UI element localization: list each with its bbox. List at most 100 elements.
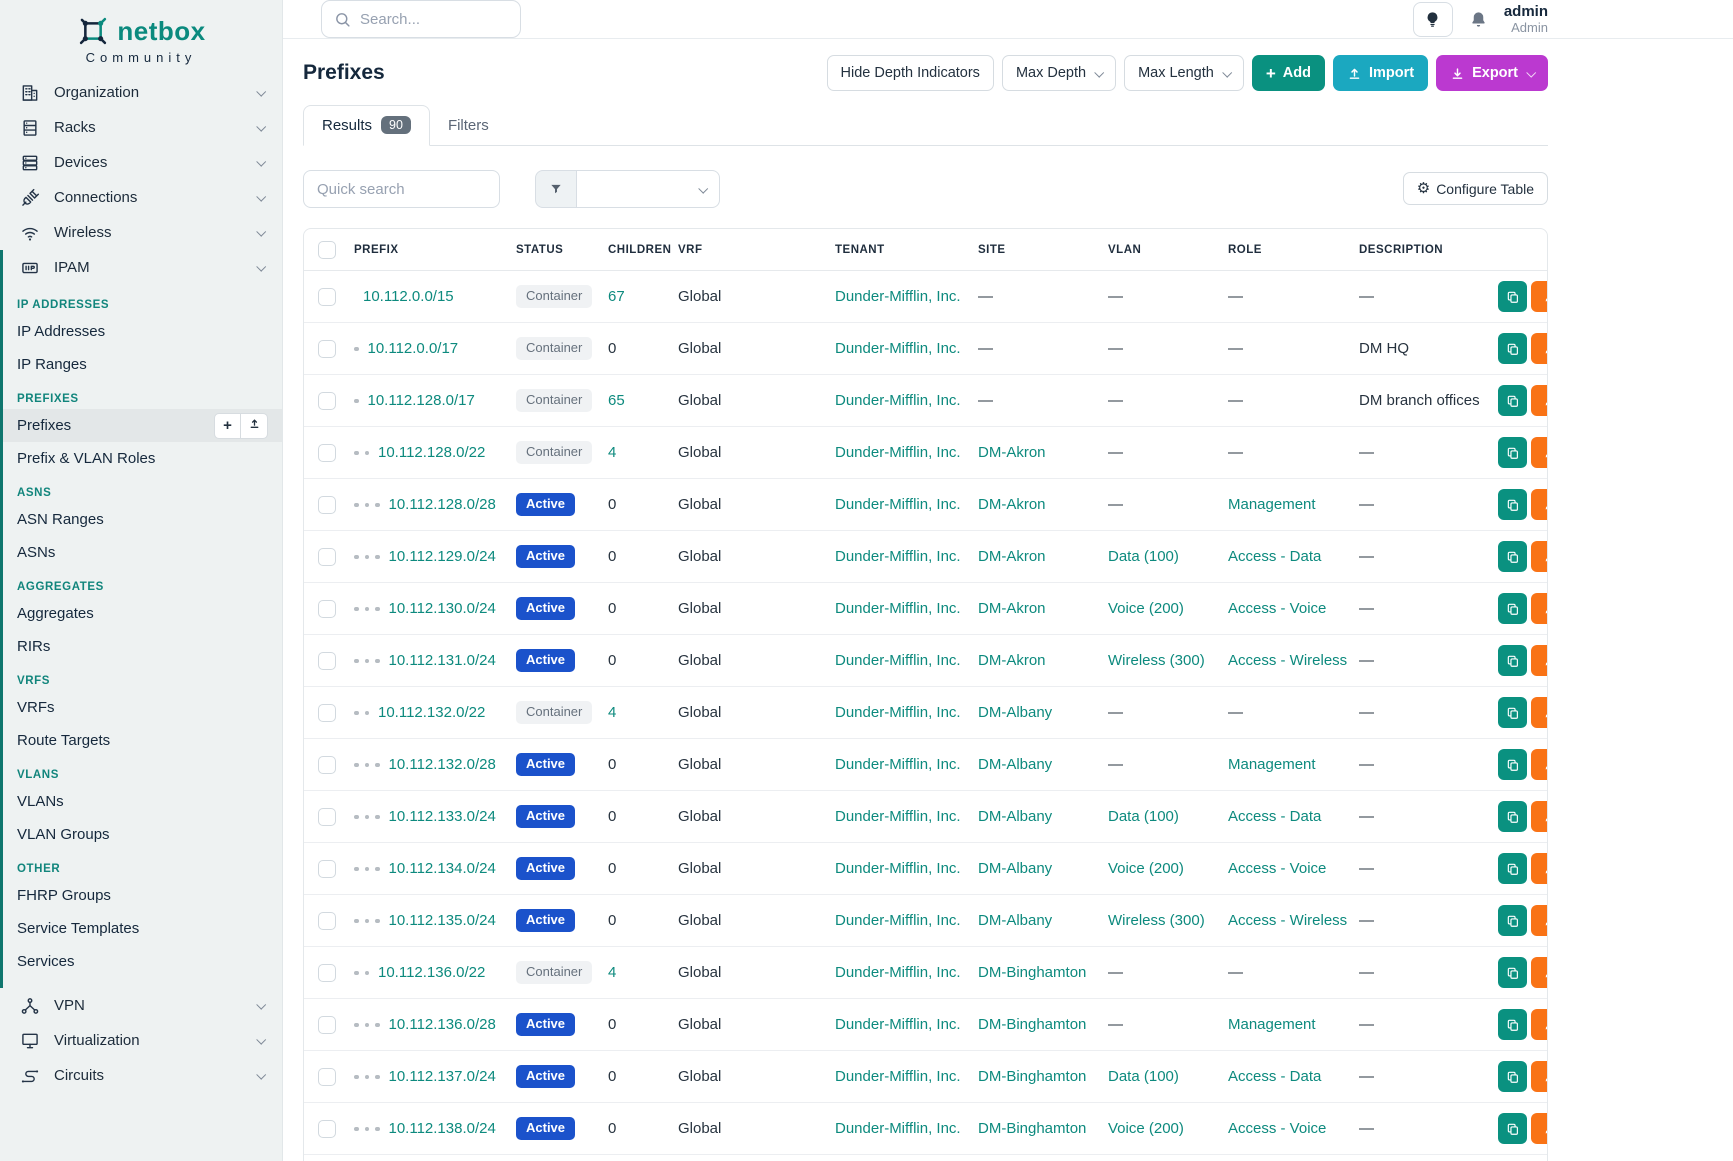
copy-button[interactable] [1498,385,1527,416]
site-link[interactable]: DM-Binghamton [978,964,1086,981]
column-header-vlan[interactable]: VLAN [1098,229,1218,271]
user-menu[interactable]: admin Admin [1504,3,1548,35]
role-link[interactable]: Management [1228,1016,1316,1033]
tab-filters[interactable]: Filters [430,105,507,146]
row-checkbox[interactable] [318,652,336,670]
tenant-link[interactable]: Dunder-Mifflin, Inc. [835,964,961,981]
tenant-link[interactable]: Dunder-Mifflin, Inc. [835,652,961,669]
sidebar-item-wireless[interactable]: Wireless [0,215,282,250]
quick-search-input[interactable] [303,170,500,208]
column-header-vrf[interactable]: VRF [668,229,825,271]
sidebar-item-asn-ranges[interactable]: ASN Ranges [3,503,282,536]
edit-button[interactable] [1531,801,1547,832]
tenant-link[interactable]: Dunder-Mifflin, Inc. [835,808,961,825]
vlan-link[interactable]: Wireless (300) [1108,652,1205,669]
sidebar-item-virtualization[interactable]: Virtualization [0,1023,282,1058]
edit-button[interactable] [1531,645,1547,676]
edit-button[interactable] [1531,489,1547,520]
tenant-link[interactable]: Dunder-Mifflin, Inc. [835,1016,961,1033]
sidebar-item-ipam[interactable]: IPAM [3,250,282,285]
add-button[interactable]: +Add [1252,55,1325,91]
row-checkbox[interactable] [318,548,336,566]
vlan-link[interactable]: Data (100) [1108,808,1179,825]
edit-button[interactable] [1531,281,1547,312]
copy-button[interactable] [1498,541,1527,572]
children-link[interactable]: 65 [608,392,625,409]
prefix-link[interactable]: 10.112.136.0/28 [389,1016,496,1033]
role-link[interactable]: Access - Wireless [1228,652,1347,669]
sidebar-item-connections[interactable]: Connections [0,180,282,215]
edit-button[interactable] [1531,1061,1547,1092]
row-checkbox[interactable] [318,808,336,826]
role-link[interactable]: Access - Wireless [1228,912,1347,929]
sidebar-item-vrfs[interactable]: VRFs [3,691,282,724]
sidebar-item-rirs[interactable]: RIRs [3,630,282,663]
copy-button[interactable] [1498,749,1527,780]
edit-button[interactable] [1531,749,1547,780]
site-link[interactable]: DM-Albany [978,912,1052,929]
edit-button[interactable] [1531,541,1547,572]
children-link[interactable]: 67 [608,288,625,305]
filter-button[interactable] [535,170,577,208]
tenant-link[interactable]: Dunder-Mifflin, Inc. [835,756,961,773]
site-link[interactable]: DM-Albany [978,808,1052,825]
row-checkbox[interactable] [318,912,336,930]
site-link[interactable]: DM-Akron [978,496,1046,513]
vlan-link[interactable]: Voice (200) [1108,860,1184,877]
tenant-link[interactable]: Dunder-Mifflin, Inc. [835,704,961,721]
sidebar-item-services[interactable]: Services [3,945,282,978]
sidebar-item-service-templates[interactable]: Service Templates [3,912,282,945]
copy-button[interactable] [1498,489,1527,520]
column-header-description[interactable]: DESCRIPTION [1349,229,1488,271]
prefix-link[interactable]: 10.112.129.0/24 [389,548,496,565]
prefix-link[interactable]: 10.112.128.0/17 [368,392,475,409]
sidebar-item-asns[interactable]: ASNs [3,536,282,569]
edit-button[interactable] [1531,905,1547,936]
row-checkbox[interactable] [318,496,336,514]
copy-button[interactable] [1498,593,1527,624]
saved-filter-select[interactable] [577,170,720,208]
prefix-link[interactable]: 10.112.0.0/17 [368,340,459,357]
tenant-link[interactable]: Dunder-Mifflin, Inc. [835,548,961,565]
column-header-prefix[interactable]: PREFIX [344,229,506,271]
edit-button[interactable] [1531,697,1547,728]
sidebar-item-aggregates[interactable]: Aggregates [3,597,282,630]
vlan-link[interactable]: Voice (200) [1108,600,1184,617]
sidebar-item-circuits[interactable]: Circuits [0,1058,282,1093]
hide-depth-indicators-button[interactable]: Hide Depth Indicators [827,55,994,91]
role-link[interactable]: Access - Voice [1228,860,1326,877]
children-link[interactable]: 4 [608,704,616,721]
edit-button[interactable] [1531,593,1547,624]
edit-button[interactable] [1531,333,1547,364]
prefix-link[interactable]: 10.112.131.0/24 [389,652,496,669]
row-checkbox[interactable] [318,756,336,774]
edit-button[interactable] [1531,853,1547,884]
vlan-link[interactable]: Data (100) [1108,548,1179,565]
prefix-link[interactable]: 10.112.132.0/28 [389,756,496,773]
site-link[interactable]: DM-Binghamton [978,1016,1086,1033]
vlan-link[interactable]: Wireless (300) [1108,912,1205,929]
copy-button[interactable] [1498,1113,1527,1144]
sidebar-item-devices[interactable]: Devices [0,145,282,180]
edit-button[interactable] [1531,437,1547,468]
copy-button[interactable] [1498,1061,1527,1092]
role-link[interactable]: Access - Data [1228,1068,1321,1085]
sidebar-item-ip-addresses[interactable]: IP Addresses [3,315,282,348]
role-link[interactable]: Management [1228,756,1316,773]
select-all-checkbox[interactable] [318,241,336,259]
tenant-link[interactable]: Dunder-Mifflin, Inc. [835,444,961,461]
prefix-link[interactable]: 10.112.135.0/24 [389,912,496,929]
row-checkbox[interactable] [318,704,336,722]
row-checkbox[interactable] [318,1016,336,1034]
row-checkbox[interactable] [318,392,336,410]
row-checkbox[interactable] [318,340,336,358]
tenant-link[interactable]: Dunder-Mifflin, Inc. [835,340,961,357]
copy-button[interactable] [1498,333,1527,364]
prefix-link[interactable]: 10.112.138.0/24 [389,1120,496,1137]
site-link[interactable]: DM-Binghamton [978,1068,1086,1085]
row-checkbox[interactable] [318,600,336,618]
sidebar-item-prefixes[interactable]: Prefixes+ [3,409,282,442]
quick-add-button[interactable]: + [214,413,241,439]
role-link[interactable]: Access - Data [1228,808,1321,825]
prefix-link[interactable]: 10.112.133.0/24 [389,808,496,825]
